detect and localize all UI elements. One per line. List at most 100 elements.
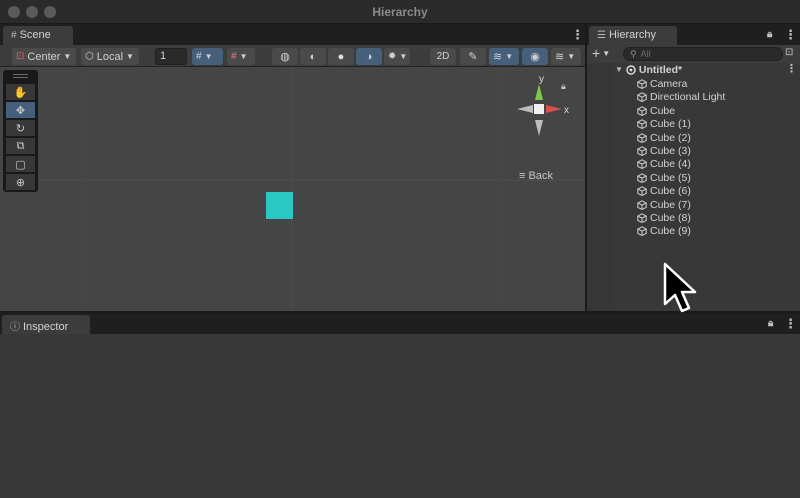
inspector-panel: ⓘ Inspector 🔒︎ ⋮: [0, 313, 800, 498]
hierarchy-item-label: Cube: [650, 104, 676, 117]
space-label: Local: [96, 50, 124, 63]
grid-snap-icon: #: [196, 51, 202, 62]
hierarchy-item[interactable]: Camera: [637, 77, 687, 90]
hierarchy-search-input[interactable]: ⚲ All: [623, 47, 783, 61]
hierarchy-item-label: Cube (8): [650, 211, 691, 224]
hierarchy-item[interactable]: Cube (8): [637, 211, 691, 224]
draw-mode-lit-button[interactable]: ◑: [356, 48, 382, 65]
scene-visibility-toggle[interactable]: ◉: [522, 48, 548, 65]
gameobject-icon: [637, 92, 647, 103]
inspector-more-options-icon[interactable]: ⋮: [784, 316, 797, 332]
hierarchy-item[interactable]: Cube (9): [637, 225, 691, 238]
hierarchy-item[interactable]: Cube (1): [637, 118, 691, 131]
light-icon: ✎: [468, 51, 478, 63]
hierarchy-item-label: Cube (2): [650, 131, 691, 144]
expand-arrow-icon[interactable]: ▼: [615, 65, 623, 74]
lock-icon[interactable]: 🔒︎: [767, 29, 772, 40]
hierarchy-item[interactable]: Cube: [637, 104, 675, 117]
gizmo-y-axis-cone[interactable]: [535, 84, 543, 100]
increment-snap-toggle[interactable]: # ▼: [227, 48, 255, 65]
hierarchy-item-label: Cube (1): [650, 118, 691, 131]
scene-toolbar: ⊡ Center ▼ ⬡ Local ▼ 1 # ▼ # ▼ ◍ ◐ ● ◑ ✹…: [0, 45, 585, 67]
hierarchy-gutter: [587, 63, 614, 311]
hierarchy-item-label: Cube (4): [650, 158, 691, 171]
pivot-space-dropdown[interactable]: ⬡ Local ▼: [81, 48, 139, 65]
cube-object[interactable]: [266, 192, 293, 219]
move-arrows-icon: ✥: [15, 104, 26, 117]
gameobject-icon: [637, 146, 647, 156]
hierarchy-item[interactable]: Cube (4): [637, 158, 691, 171]
rect-tool-button[interactable]: ▢: [6, 156, 35, 172]
lit-sphere-icon: ◑: [365, 50, 373, 63]
grid-icon: #: [11, 30, 17, 41]
chevron-down-icon: ▼: [63, 52, 72, 61]
rotate-tool-button[interactable]: ↻: [6, 120, 35, 136]
hierarchy-item[interactable]: Cube (7): [637, 198, 691, 211]
lock-icon[interactable]: 🔒︎: [768, 318, 773, 329]
2d-view-toggle[interactable]: 2D: [430, 48, 456, 65]
move-tool-button[interactable]: ✥: [6, 102, 35, 118]
gameobject-icon: [637, 105, 647, 116]
hierarchy-item[interactable]: Cube (2): [637, 131, 691, 144]
hierarchy-item-label: Cube (7): [650, 198, 691, 211]
wireframe-sphere-icon: ◍: [280, 51, 290, 63]
scene-search-icon[interactable]: ⊡: [785, 47, 793, 58]
effects-layers-icon: ≋: [493, 51, 503, 63]
draw-mode-shaded-button[interactable]: ●: [328, 48, 354, 65]
gizmo-x-axis-cone[interactable]: [546, 105, 562, 113]
tab-scene[interactable]: # Scene: [3, 26, 73, 45]
scene-tab-label: Scene: [19, 29, 51, 41]
drag-handle-icon[interactable]: [13, 74, 28, 78]
scene-row-more-icon[interactable]: ⋮: [786, 62, 797, 75]
hierarchy-item[interactable]: Directional Light: [637, 91, 725, 104]
tab-hierarchy[interactable]: ☰ Hierarchy: [589, 26, 677, 45]
scene-viewport[interactable]: ✋ ✥ ↻ ⧉ ▢ ⊕ y x 🔒︎ ≡ Back: [0, 67, 585, 311]
gizmo-negative-x-cone[interactable]: [517, 105, 533, 113]
transform-tool-button[interactable]: ⊕: [6, 174, 35, 190]
gizmo-center-cube[interactable]: [534, 104, 544, 114]
tab-inspector[interactable]: ⓘ Inspector: [2, 315, 90, 334]
scale-icon: ⧉: [16, 139, 25, 152]
2d-mode-icon: 2D: [436, 51, 450, 62]
grid-snap-field[interactable]: 1: [155, 48, 187, 65]
hierarchy-item[interactable]: Cube (3): [637, 144, 691, 157]
gizmo-back-button[interactable]: ≡ Back: [519, 170, 553, 182]
scene-more-options-icon[interactable]: ⋮: [571, 27, 584, 43]
grid-visibility-toggle[interactable]: # ▼: [192, 48, 223, 65]
lock-icon[interactable]: 🔒︎: [561, 81, 566, 92]
gameobject-icon: [637, 172, 647, 183]
scene-root-row[interactable]: ▼ Untitled*: [615, 63, 682, 76]
gizmos-dropdown[interactable]: ≋ ▼: [551, 48, 581, 65]
hierarchy-item-label: Cube (5): [650, 171, 691, 184]
chevron-down-icon: ▼: [567, 52, 576, 61]
inspector-tab-bar: ⓘ Inspector 🔒︎ ⋮: [0, 313, 800, 334]
inspector-tab-label: Inspector: [23, 321, 69, 333]
debug-draw-mode-dropdown[interactable]: ✹ ▼: [384, 48, 410, 65]
hierarchy-toolbar: + ▼ ⚲ All ⊡: [587, 45, 800, 63]
gizmo-negative-y-cone[interactable]: [535, 120, 543, 136]
shaded-wireframe-sphere-icon: ◐: [309, 50, 317, 63]
scene-tab-bar: # Scene ⋮: [0, 24, 585, 45]
pivot-position-dropdown[interactable]: ⊡ Center ▼: [12, 48, 76, 65]
view-tool-button[interactable]: ✋: [6, 84, 35, 100]
hierarchy-more-options-icon[interactable]: ⋮: [784, 27, 797, 43]
chevron-down-icon: ▼: [239, 52, 248, 61]
hierarchy-tab-label: Hierarchy: [608, 29, 657, 41]
hierarchy-item-label: Directional Light: [650, 91, 726, 104]
search-placeholder: All: [640, 49, 651, 59]
scene-name: Untitled*: [638, 63, 683, 76]
scale-tool-button[interactable]: ⧉: [6, 138, 35, 154]
draw-mode-wireframe-button[interactable]: ◍: [272, 48, 298, 65]
effects-dropdown[interactable]: ≋ ▼: [489, 48, 519, 65]
create-dropdown[interactable]: + ▼: [592, 45, 610, 61]
eye-icon: ◉: [530, 51, 540, 63]
pivot-label: Center: [27, 50, 61, 63]
lighting-toggle[interactable]: ✎: [460, 48, 486, 65]
gameobject-icon: [637, 199, 647, 210]
draw-mode-shaded-wireframe-button[interactable]: ◐: [300, 48, 326, 65]
tools-overlay: ✋ ✥ ↻ ⧉ ▢ ⊕: [3, 70, 38, 192]
hierarchy-item[interactable]: Cube (6): [637, 185, 691, 198]
gameobject-icon: [637, 186, 647, 197]
hierarchy-item[interactable]: Cube (5): [637, 171, 691, 184]
hand-icon: ✋: [13, 86, 28, 99]
